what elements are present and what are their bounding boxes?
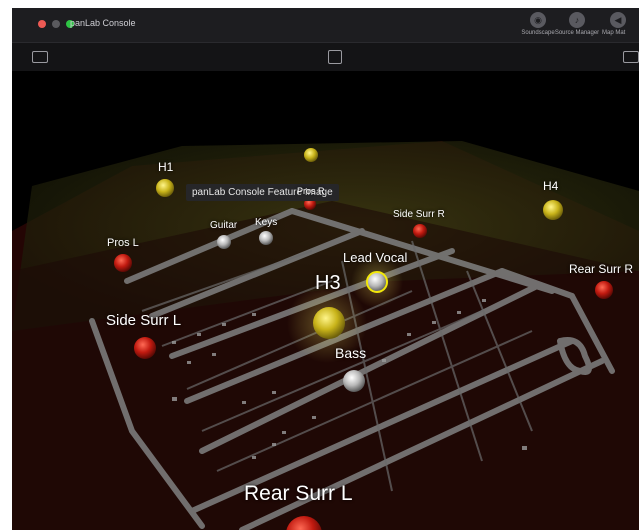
source-lead-vocal[interactable] <box>366 271 388 293</box>
map-icon: ◀ <box>610 12 626 28</box>
source-pros-l[interactable] <box>114 254 132 272</box>
microphone-icon: ♪ <box>569 12 585 28</box>
left-sidebar-toggle-icon[interactable] <box>32 51 48 63</box>
source-guitar[interactable] <box>217 235 231 249</box>
label-side-surr-l: Side Surr L <box>106 312 182 329</box>
map-label: Map Mat <box>602 30 626 36</box>
source-h4[interactable] <box>543 200 563 220</box>
label-pros-l: Pros L <box>107 237 139 249</box>
label-pros-r: Pros R <box>297 186 325 196</box>
venue-floor-plan <box>12 141 639 530</box>
app-window: panLab Console ◉ Soundscape ♪ Source Man… <box>12 8 639 530</box>
label-h3: H3 <box>315 272 341 294</box>
recenter-view-icon[interactable] <box>328 50 342 64</box>
minimize-window-button[interactable] <box>52 20 60 28</box>
right-sidebar-toggle-icon[interactable] <box>623 51 639 63</box>
source-rear-surr-r[interactable] <box>595 281 613 299</box>
close-window-button[interactable] <box>38 20 46 28</box>
label-rear-surr-l: Rear Surr L <box>244 482 353 505</box>
view-toolbar <box>12 43 639 71</box>
source-bass[interactable] <box>343 370 365 392</box>
label-side-surr-r: Side Surr R <box>393 209 445 220</box>
label-keys: Keys <box>255 217 278 228</box>
label-rear-surr-r: Rear Surr R <box>569 262 634 276</box>
label-guitar: Guitar <box>210 220 238 231</box>
source-h3[interactable] <box>313 307 345 339</box>
source-keys[interactable] <box>259 231 273 245</box>
source-top[interactable] <box>304 148 318 162</box>
window-title: panLab Console <box>70 18 136 28</box>
source-side-surr-l[interactable] <box>134 337 156 359</box>
soundscape-3d-view[interactable]: panLab Console Feature Image H1 Pros R H… <box>12 71 639 530</box>
label-bass: Bass <box>335 345 367 361</box>
title-bar: panLab Console ◉ Soundscape ♪ Source Man… <box>12 8 639 43</box>
source-side-surr-r[interactable] <box>413 224 427 238</box>
source-h1[interactable] <box>156 179 174 197</box>
label-lead-vocal: Lead Vocal <box>343 250 408 265</box>
map-button[interactable]: ◀ Map Mat <box>598 12 639 40</box>
soundscape-icon: ◉ <box>530 12 546 28</box>
label-h4: H4 <box>543 179 559 193</box>
label-h1: H1 <box>158 160 174 174</box>
